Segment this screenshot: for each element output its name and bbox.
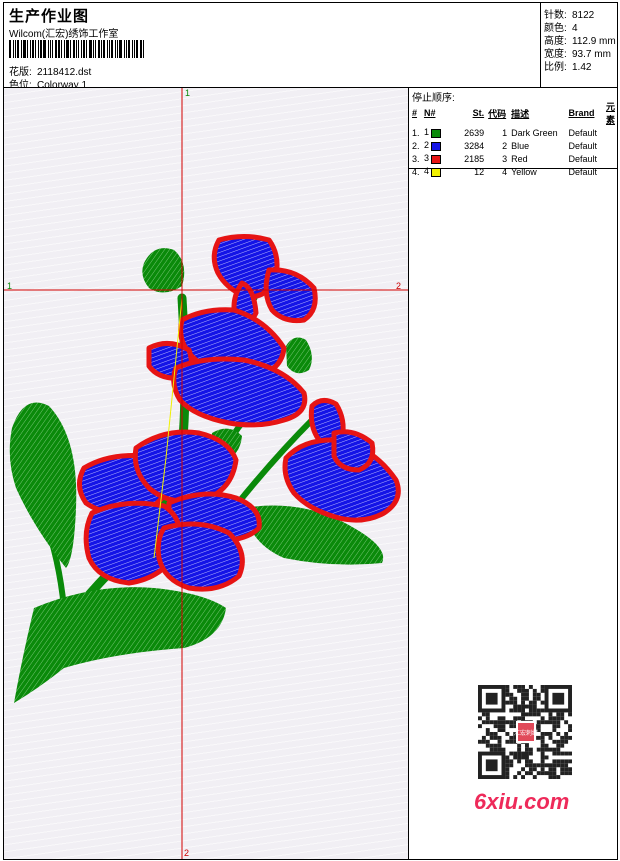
- row-stitches: 3284: [464, 140, 485, 151]
- row-code: 1: [502, 127, 508, 138]
- barcode: [9, 40, 145, 58]
- table-header-row: # N# St. 代码 描述 Brand 元素: [410, 100, 617, 126]
- col-description: 描述: [511, 108, 530, 119]
- qr-code-image: 汇宏刺绣: [478, 685, 572, 779]
- col-element: 元素: [605, 102, 615, 125]
- col-needle: N#: [423, 108, 436, 118]
- design-canvas: 1 1 2 2: [3, 87, 409, 860]
- table-row: 1. 1 2639 1 Dark Green Default: [410, 126, 617, 139]
- row-brand: Default: [568, 153, 597, 164]
- color-swatch: [431, 154, 442, 164]
- stat-scale: 比例: 1.42: [544, 62, 592, 73]
- row-brand: Default: [568, 127, 597, 138]
- row-element: [604, 126, 617, 139]
- qr-code: 汇宏刺绣: [472, 683, 578, 783]
- header-panel: 生产作业图 Wilcom(汇宏)绣饰工作室 花版: 2118412.dst 色位:…: [3, 2, 541, 91]
- row-code: 3: [502, 153, 508, 164]
- row-element: [604, 152, 617, 165]
- col-index: #: [412, 108, 418, 118]
- production-sheet: 生产作业图 Wilcom(汇宏)绣饰工作室 花版: 2118412.dst 色位:…: [0, 0, 620, 861]
- row-description: Dark Green: [511, 127, 558, 138]
- row-brand: Default: [568, 140, 597, 151]
- page-title: 生产作业图: [9, 8, 90, 25]
- row-needle: 1: [422, 126, 453, 139]
- row-index: 3.: [412, 153, 420, 164]
- axis-right-label: 2: [396, 281, 402, 291]
- row-description: Blue: [511, 140, 530, 151]
- row-stitches: 2639: [464, 127, 485, 138]
- row-stitches: 2185: [464, 153, 485, 164]
- row-needle: 3: [422, 152, 453, 165]
- stop-sequence-panel: 停止顺序: # N# St. 代码 描述 Brand 元素 1. 1 2639 1 D…: [408, 87, 618, 177]
- row-index: 2.: [412, 140, 420, 151]
- watermark-text: 6xiu.com: [474, 789, 570, 814]
- table-row: 2. 2 3284 2 Blue Default: [410, 139, 617, 152]
- qr-seal-text: 汇宏刺绣: [514, 729, 538, 737]
- row-needle: 2: [422, 139, 453, 152]
- row-code: 2: [502, 140, 508, 151]
- color-swatch: [431, 128, 442, 138]
- color-swatch: [431, 141, 442, 151]
- row-index: 1.: [412, 127, 420, 138]
- col-code: 代码: [488, 108, 507, 119]
- row-element: [604, 139, 617, 152]
- axis-top-label: 1: [185, 88, 191, 98]
- company-name: Wilcom(汇宏)绣饰工作室: [9, 29, 119, 40]
- col-brand: Brand: [568, 108, 595, 118]
- row-description: Red: [511, 153, 528, 164]
- axis-left-label: 1: [7, 281, 13, 291]
- stop-sequence-table: # N# St. 代码 描述 Brand 元素 1. 1 2639 1 Dark Gr…: [410, 100, 617, 178]
- embroidery-preview: [4, 88, 408, 859]
- table-row: 3. 3 2185 3 Red Default: [410, 152, 617, 165]
- stats-panel: 针数: 8122 颜色: 4 高度: 112.9 mm 宽度: 93.7 mm 比例: 1…: [540, 2, 618, 88]
- axis-bottom-label: 2: [184, 848, 190, 858]
- col-stitches: St.: [472, 108, 485, 118]
